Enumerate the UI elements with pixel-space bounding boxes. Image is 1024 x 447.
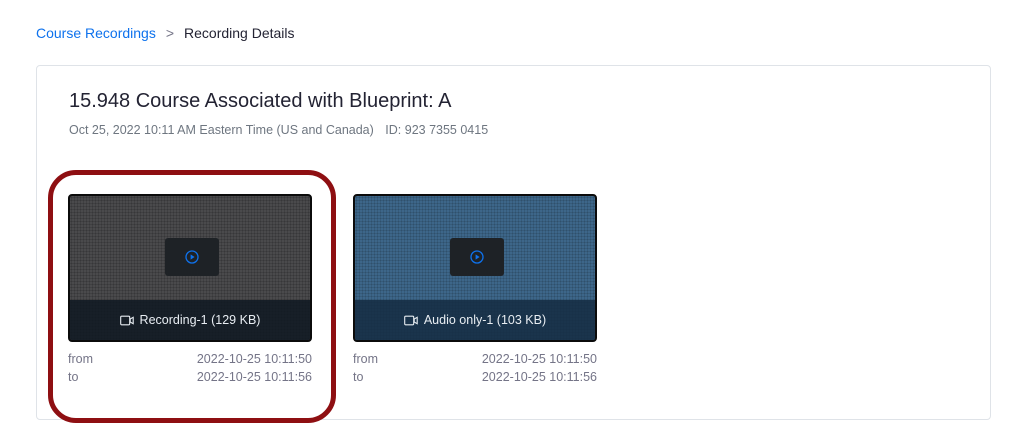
recording-times: from 2022-10-25 10:11:50 to 2022-10-25 1… (68, 350, 312, 386)
breadcrumb-separator: > (165, 25, 175, 41)
recording-item-video: Recording-1 (129 KB) from 2022-10-25 10:… (68, 194, 312, 386)
from-label: from (68, 352, 93, 366)
time-row-from: from 2022-10-25 10:11:50 (353, 350, 597, 368)
meeting-datetime: Oct 25, 2022 10:11 AM Eastern Time (US a… (69, 123, 374, 137)
breadcrumb: Course Recordings > Recording Details (36, 25, 295, 41)
time-row-to: to 2022-10-25 10:11:56 (68, 368, 312, 386)
time-row-from: from 2022-10-25 10:11:50 (68, 350, 312, 368)
play-button[interactable] (165, 238, 219, 276)
recording-label: Audio only-1 (103 KB) (423, 313, 547, 327)
recording-label: Recording-1 (129 KB) (139, 313, 261, 327)
play-icon (185, 250, 199, 264)
page-title: 15.948 Course Associated with Blueprint:… (69, 90, 452, 112)
recording-thumbnail-audio[interactable]: Audio only-1 (103 KB) (353, 194, 597, 342)
from-label: from (353, 352, 378, 366)
recording-item-audio: Audio only-1 (103 KB) from 2022-10-25 10… (353, 194, 597, 386)
video-camera-icon (119, 315, 134, 326)
recording-thumbnail-video[interactable]: Recording-1 (129 KB) (68, 194, 312, 342)
recording-caption: Recording-1 (129 KB) (70, 300, 310, 340)
play-button[interactable] (450, 238, 504, 276)
to-value: 2022-10-25 10:11:56 (481, 370, 597, 384)
to-value: 2022-10-25 10:11:56 (196, 370, 312, 384)
to-label: to (68, 370, 79, 384)
from-value: 2022-10-25 10:11:50 (481, 352, 597, 366)
from-value: 2022-10-25 10:11:50 (196, 352, 312, 366)
to-label: to (353, 370, 364, 384)
breadcrumb-current: Recording Details (184, 25, 295, 41)
time-row-to: to 2022-10-25 10:11:56 (353, 368, 597, 386)
meeting-id: ID: 923 7355 0415 (385, 123, 489, 137)
recording-details-card: 15.948 Course Associated with Blueprint:… (36, 65, 991, 420)
recording-times: from 2022-10-25 10:11:50 to 2022-10-25 1… (353, 350, 597, 386)
video-camera-icon (403, 315, 418, 326)
recording-caption: Audio only-1 (103 KB) (355, 300, 595, 340)
breadcrumb-course-recordings-link[interactable]: Course Recordings (36, 25, 156, 41)
play-icon (470, 250, 484, 264)
meeting-meta: Oct 25, 2022 10:11 AM Eastern Time (US a… (69, 123, 488, 137)
